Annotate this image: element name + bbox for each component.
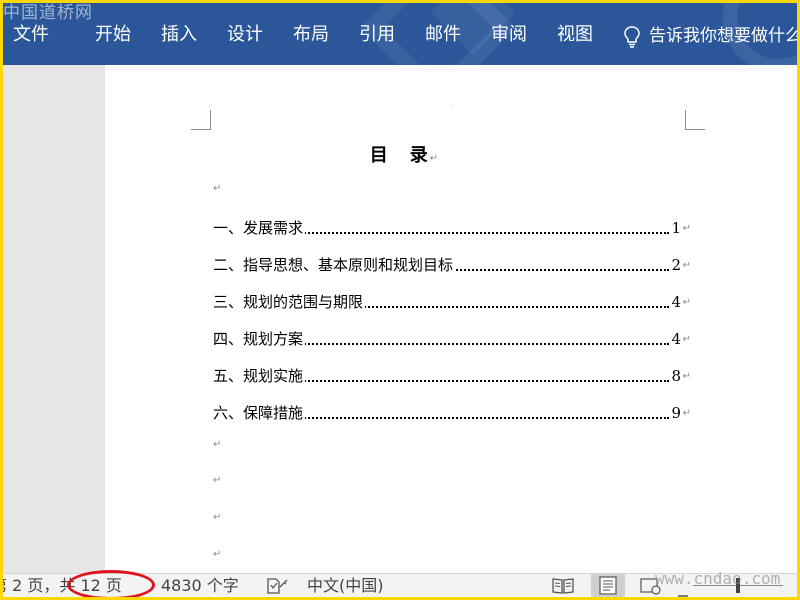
print-layout-icon[interactable]: [591, 574, 625, 597]
tab-view[interactable]: 视图: [557, 23, 593, 47]
toc-entry[interactable]: 五、规划实施 8 ↵: [213, 365, 691, 387]
toc-entry[interactable]: 三、规划的范围与期限 4 ↵: [213, 291, 691, 313]
document-page[interactable]: · 目 录↵ ↵ 一、发展需求 1 ↵ 二、指导思想、基本原则和规划目标 2 ↵…: [105, 65, 797, 573]
tab-mailings[interactable]: 邮件: [425, 23, 461, 47]
paragraph-mark: ↵: [213, 475, 222, 486]
paragraph-mark: ·: [450, 102, 453, 110]
toc-entry-page: 2: [669, 254, 681, 276]
toc-entry-page: 8: [669, 365, 681, 387]
paragraph-mark: ↵: [682, 297, 691, 308]
tab-layout[interactable]: 布局: [293, 23, 329, 47]
toc-entry-text: 五、规划实施: [213, 365, 306, 387]
paragraph-mark: ↵: [682, 371, 691, 382]
paragraph-mark: ↵: [213, 512, 222, 523]
toc-entry-text: 四、规划方案: [213, 328, 306, 350]
toc-entry-page: 4: [669, 291, 681, 313]
toc-entry[interactable]: 一、发展需求 1 ↵: [213, 217, 691, 239]
highlight-ellipse: [67, 570, 155, 597]
tab-insert[interactable]: 插入: [161, 23, 197, 47]
tell-me-label: 告诉我你想要做什么: [649, 26, 797, 46]
toc-entry-text: 一、发展需求: [213, 217, 306, 239]
toc-entry-text: 六、保障措施: [213, 402, 306, 424]
toc-entry-page: 4: [669, 328, 681, 350]
toc-entry[interactable]: 六、保障措施 9 ↵: [213, 402, 691, 424]
word-count[interactable]: 4830 个字: [161, 576, 239, 596]
margin-corner-mark: [191, 110, 211, 130]
document-workspace[interactable]: · 目 录↵ ↵ 一、发展需求 1 ↵ 二、指导思想、基本原则和规划目标 2 ↵…: [3, 65, 797, 573]
tab-review[interactable]: 审阅: [491, 23, 527, 47]
toc-entry-text: 三、规划的范围与期限: [213, 291, 366, 313]
margin-corner-mark: [685, 110, 705, 130]
tab-file[interactable]: 文件: [13, 23, 49, 47]
paragraph-mark: ↵: [213, 439, 222, 450]
site-watermark: www.cndao.com: [655, 569, 781, 588]
paragraph-mark: ↵: [682, 260, 691, 271]
word-window: 文件 开始 插入 设计 布局 引用 邮件 审阅 视图 告诉我你想要做什么 中国道…: [3, 3, 797, 597]
paragraph-mark: ↵: [213, 549, 222, 560]
toc-entry[interactable]: 二、指导思想、基本原则和规划目标 2 ↵: [213, 254, 691, 276]
paragraph-mark: ↵: [213, 183, 222, 194]
toc-entry-text: 二、指导思想、基本原则和规划目标: [213, 254, 456, 276]
lightbulb-icon: [623, 25, 641, 53]
language-indicator[interactable]: 中文(中国): [307, 576, 384, 596]
tab-references[interactable]: 引用: [359, 23, 395, 47]
toc-entry-page: 9: [669, 402, 681, 424]
toc-entry[interactable]: 四、规划方案 4 ↵: [213, 328, 691, 350]
site-watermark: 中国道桥网: [3, 3, 93, 23]
tab-home[interactable]: 开始: [95, 23, 131, 47]
proofing-icon[interactable]: [265, 577, 289, 597]
toc-entry-page: 1: [669, 217, 681, 239]
read-mode-icon[interactable]: [551, 577, 575, 597]
paragraph-mark: ↵: [682, 408, 691, 419]
ribbon-tab-bar: 文件 开始 插入 设计 布局 引用 邮件 审阅 视图 告诉我你想要做什么 中国道…: [3, 3, 797, 65]
paragraph-mark: ↵: [682, 334, 691, 345]
tab-design[interactable]: 设计: [227, 23, 263, 47]
toc-title: 目 录↵: [369, 145, 441, 166]
paragraph-mark: ↵: [682, 223, 691, 234]
